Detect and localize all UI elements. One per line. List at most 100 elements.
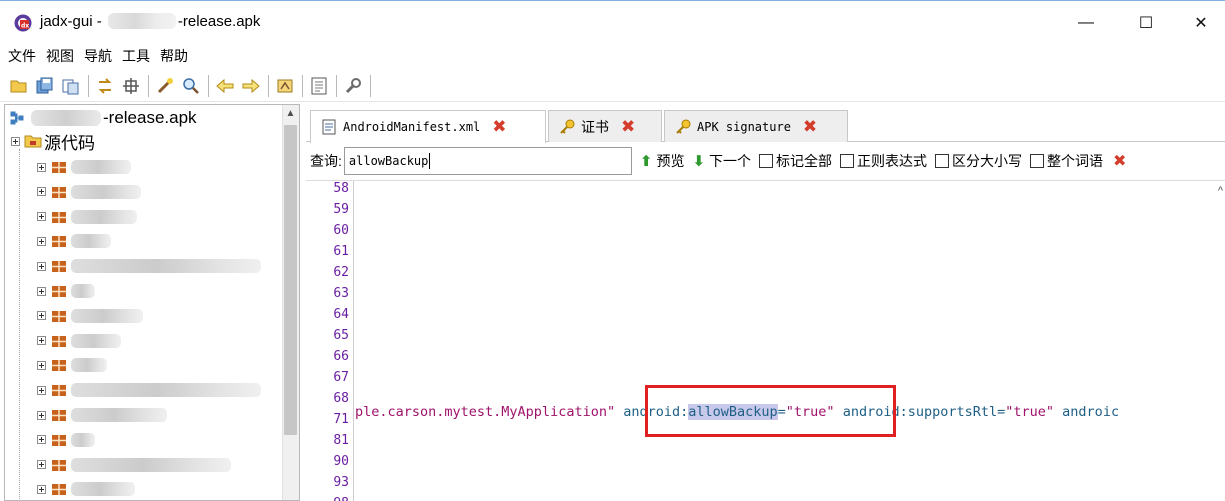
arrow-up-icon: ⬆ [639,153,653,170]
save-all-icon[interactable] [34,75,56,97]
tree-package-node[interactable] [37,477,135,500]
redacted-package-name [71,284,95,298]
find-previous-button[interactable]: ⬆ 预览 [640,151,685,171]
window-title: jadx-gui - -release.apk [40,13,260,30]
code-editor[interactable]: 58 59 60 61 62 63 64 65 66 67 68 71 81 90 93 98 ple.car… [306,180,1225,501]
close-window-button[interactable]: ✕ [1178,1,1224,45]
tree-package-node[interactable] [37,353,107,377]
expand-toggle[interactable] [37,410,46,420]
checkbox-box[interactable] [759,154,774,168]
decompile-icon[interactable] [274,75,296,97]
redacted-package-name [71,457,231,472]
expand-toggle[interactable] [37,187,46,197]
tree-scrollbar[interactable]: ▲ [282,105,299,500]
log-icon[interactable] [308,75,330,97]
mark-all-checkbox[interactable]: 标记全部 [759,151,832,171]
flatten-icon[interactable] [120,75,142,97]
collapse-toggle[interactable] [11,136,20,146]
back-arrow-icon[interactable] [214,75,236,97]
tree-package-node[interactable] [37,229,111,253]
line-number: 90 [333,454,349,469]
forward-arrow-icon[interactable] [240,75,262,97]
package-icon [52,261,66,273]
close-tab-icon[interactable]: ✖ [621,117,635,137]
expand-toggle[interactable] [37,336,46,346]
toolbar-separator [302,74,303,97]
editor-scrollbar[interactable]: ^ [1211,181,1225,501]
expand-toggle[interactable] [37,435,46,445]
match-case-label: 区分大小写 [952,153,1023,169]
expand-toggle[interactable] [37,162,46,172]
tree-package-node[interactable] [37,205,137,229]
tree-package-node[interactable] [37,304,143,328]
expand-toggle[interactable] [37,286,46,296]
settings-wrench-icon[interactable] [342,75,364,97]
toolbar [0,70,1225,102]
expand-toggle[interactable] [37,460,46,470]
tree-package-node[interactable] [37,428,95,452]
expand-toggle[interactable] [37,236,46,246]
tree-scroll-thumb[interactable] [284,125,297,435]
tree-package-node[interactable] [37,453,231,477]
search-icon[interactable] [180,75,202,97]
checkbox-box[interactable] [840,154,855,168]
line-number: 98 [333,496,349,501]
minimize-button[interactable]: — [1063,1,1109,45]
window-title-suffix: -release.apk [177,13,261,30]
copy-icon[interactable] [60,75,82,97]
tree-package-node[interactable] [37,279,95,303]
search-input[interactable]: allowBackup [343,147,632,175]
toolbar-separator [88,74,89,97]
tab-certificate[interactable]: 证书 ✖ [548,110,662,142]
tree-package-node[interactable] [37,254,261,278]
tab-label: 证书 [581,119,609,136]
tree-package-node[interactable] [37,403,167,427]
package-icon [52,385,66,397]
tab-android-manifest[interactable]: AndroidManifest.xml ✖ [310,110,546,143]
expand-toggle[interactable] [37,311,46,321]
scroll-up-icon[interactable]: ^ [1218,185,1223,197]
redacted-package-name [71,432,95,447]
package-icon [52,360,66,372]
tree-source-node[interactable]: 源代码 [11,130,95,153]
redacted-package-name [71,259,261,274]
checkbox-box[interactable] [935,154,950,168]
scroll-up-icon[interactable]: ▲ [282,105,299,122]
close-tab-icon[interactable]: ✖ [803,117,817,137]
whole-word-checkbox[interactable]: 整个词语 [1030,151,1103,171]
toolbar-separator [370,74,371,97]
tree-package-node[interactable] [37,378,261,402]
tab-apk-signature[interactable]: APK signature ✖ [664,110,848,142]
tree-root-apk[interactable]: -release.apk [9,107,197,129]
expand-toggle[interactable] [37,484,46,494]
tree-package-node[interactable] [37,155,131,179]
line-number: 93 [333,475,349,490]
menu-navigation[interactable]: 导航 [84,46,112,66]
menu-help[interactable]: 帮助 [160,46,188,66]
line-number: 67 [333,370,349,385]
line-number: 58 [333,181,349,196]
expand-toggle[interactable] [37,360,46,370]
menu-file[interactable]: 文件 [8,46,36,66]
menu-view[interactable]: 视图 [46,46,74,66]
close-search-icon[interactable]: ✖ [1113,151,1126,171]
line-number: 68 [333,391,349,406]
expand-toggle[interactable] [37,385,46,395]
checkbox-box[interactable] [1030,154,1045,168]
close-tab-icon[interactable]: ✖ [492,117,506,137]
tree-package-node[interactable] [37,329,121,353]
tree-root-label: -release.apk [103,108,197,127]
open-folder-icon[interactable] [8,75,30,97]
maximize-button[interactable]: ☐ [1123,1,1169,45]
redacted-package-name [71,184,141,199]
regex-checkbox[interactable]: 正则表达式 [840,151,927,171]
tree-package-node[interactable] [37,180,141,204]
match-case-checkbox[interactable]: 区分大小写 [935,151,1022,171]
sync-icon[interactable] [94,75,116,97]
line-number: 62 [333,265,349,280]
wand-icon[interactable] [154,75,176,97]
expand-toggle[interactable] [37,212,46,222]
find-next-button[interactable]: ⬇ 下一个 [692,151,751,171]
expand-toggle[interactable] [37,261,46,271]
menu-tools[interactable]: 工具 [122,46,150,66]
